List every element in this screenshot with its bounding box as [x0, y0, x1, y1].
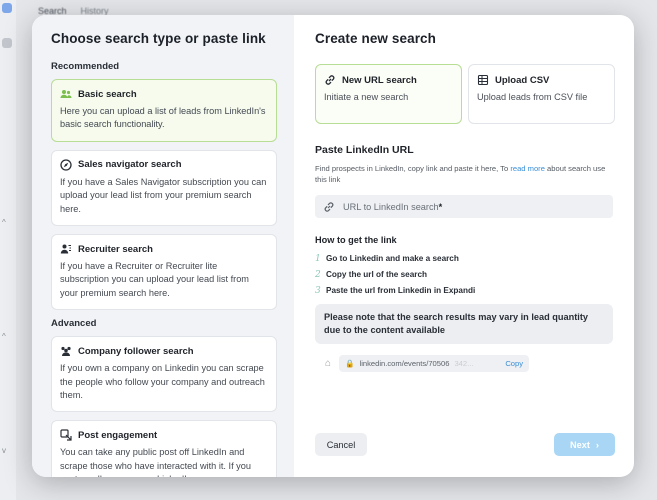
- compass-icon: [60, 159, 72, 171]
- company-icon: [60, 345, 72, 357]
- sales-navigator-card[interactable]: Sales navigator search If you have a Sal…: [51, 149, 277, 227]
- home-icon: ⌂: [325, 358, 332, 369]
- step-number: 2: [315, 269, 321, 280]
- new-url-search-option[interactable]: New URL search Initiate a new search: [315, 64, 462, 124]
- recommended-label: Recommended: [51, 61, 120, 72]
- read-more-link[interactable]: read more: [510, 164, 545, 173]
- settings-icon: [2, 38, 12, 48]
- linkedin-url-input[interactable]: URL to LinkedIn search*: [315, 195, 613, 218]
- link-icon: [324, 74, 336, 86]
- next-button-label: Next: [570, 439, 590, 450]
- link-icon: [323, 201, 335, 213]
- how-to-step: 1 Go to Linkedin and make a search: [315, 252, 615, 265]
- next-button[interactable]: Next ›: [554, 433, 615, 456]
- lock-icon: 🔒: [345, 359, 355, 368]
- step-text: Copy the url of the search: [326, 270, 427, 279]
- search-mode-selector: New URL search Initiate a new search Upl…: [315, 64, 615, 124]
- company-follower-card[interactable]: Company follower search If you own a com…: [51, 336, 277, 413]
- step-number: 3: [315, 285, 321, 296]
- mode-description: Upload leads from CSV file: [477, 92, 588, 102]
- card-description: If you own a company on Linkedin you can…: [60, 363, 265, 401]
- people-icon: [60, 88, 72, 100]
- chevron-right-icon: ›: [595, 439, 599, 450]
- recruiter-search-card[interactable]: Recruiter search If you have a Recruiter…: [51, 234, 277, 311]
- browser-illustration: ⌂ 🔒 linkedin.com/events/70506 342... Copy: [325, 355, 615, 372]
- browser-url-faded: 342...: [454, 359, 474, 368]
- create-search-title: Create new search: [315, 31, 437, 46]
- card-title: Post engagement: [78, 429, 158, 441]
- card-description: If you have a Sales Navigator subscripti…: [60, 176, 267, 214]
- table-icon: [477, 74, 489, 86]
- card-description: You can take any public post off LinkedI…: [60, 447, 251, 477]
- search-type-title: Choose search type or paste link: [51, 31, 266, 46]
- search-type-pane: Choose search type or paste link Recomme…: [32, 15, 294, 477]
- card-description: If you have a Recruiter or Recruiter lit…: [60, 261, 249, 298]
- post-icon: [60, 429, 72, 442]
- step-text: Paste the url from Linkedin in Expandi: [326, 286, 476, 295]
- create-search-pane: Create new search New URL search Initiat…: [294, 15, 634, 477]
- placeholder-text: URL to LinkedIn search: [343, 201, 439, 212]
- card-description: Here you can upload a list of leads from…: [60, 106, 266, 130]
- chevron-down-icon: v: [2, 446, 6, 455]
- post-engagement-card[interactable]: Post engagement You can take any public …: [51, 420, 277, 477]
- background-sidebar: ^ ^ v: [0, 0, 16, 500]
- modal-footer: Cancel Next ›: [315, 433, 615, 456]
- step-number: 1: [315, 253, 321, 264]
- paste-help-text: Find prospects in LinkedIn, copy link an…: [315, 163, 615, 185]
- step-text: Go to Linkedin and make a search: [326, 254, 459, 263]
- create-search-modal: Choose search type or paste link Recomme…: [32, 15, 634, 477]
- chevron-up-icon: ^: [2, 218, 6, 227]
- card-title: Recruiter search: [78, 243, 153, 255]
- chevron-up-icon: ^: [2, 332, 6, 341]
- card-title: Sales navigator search: [78, 159, 182, 171]
- how-to-step: 2 Copy the url of the search: [315, 268, 615, 281]
- cancel-button[interactable]: Cancel: [315, 433, 367, 456]
- how-to-step: 3 Paste the url from Linkedin in Expandi: [315, 284, 615, 297]
- app-logo-icon: [2, 3, 12, 13]
- url-input-placeholder: URL to LinkedIn search*: [343, 202, 442, 212]
- browser-url-bar: 🔒 linkedin.com/events/70506 342... Copy: [339, 355, 530, 372]
- how-to-title: How to get the link: [315, 235, 397, 245]
- mode-title: New URL search: [342, 74, 417, 86]
- paste-linkedin-url-title: Paste LinkedIn URL: [315, 144, 414, 156]
- card-title: Company follower search: [78, 345, 194, 357]
- copy-label: Copy: [505, 359, 524, 368]
- mode-description: Initiate a new search: [324, 92, 409, 102]
- basic-search-card[interactable]: Basic search Here you can upload a list …: [51, 79, 277, 142]
- advanced-label: Advanced: [51, 318, 97, 330]
- upload-csv-option[interactable]: Upload CSV Upload leads from CSV file: [468, 64, 615, 124]
- results-note: Please note that the search results may …: [315, 304, 613, 344]
- mode-title: Upload CSV: [495, 74, 550, 86]
- browser-url: linkedin.com/events/70506: [359, 359, 450, 368]
- card-title: Basic search: [78, 88, 137, 100]
- recruiter-icon: [60, 243, 72, 255]
- help-text-start: Find prospects in LinkedIn, copy link an…: [315, 164, 511, 173]
- required-marker: *: [438, 201, 443, 212]
